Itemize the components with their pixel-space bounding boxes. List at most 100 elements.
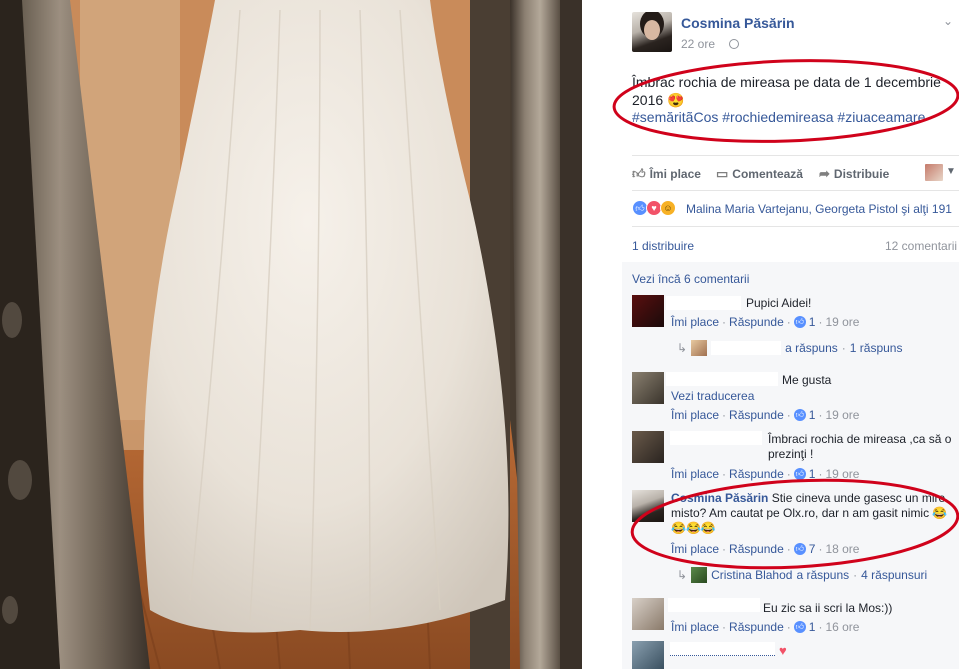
commenter-avatar[interactable] <box>632 431 664 463</box>
like-icon: 👍︎ <box>793 316 806 328</box>
like-button[interactable]: 👍︎ Îmi place <box>632 166 701 182</box>
comment-count[interactable]: 12 comentarii <box>885 239 957 253</box>
comment-actions: Îmi place · Răspunde · 👍︎ 1 · 16 ore <box>671 620 859 634</box>
caret-down-icon[interactable]: ▼ <box>946 166 956 177</box>
reply-count: 4 răspunsuri <box>861 568 928 582</box>
commenter-name-redacted <box>670 431 762 445</box>
separator-dot: · <box>818 467 823 481</box>
comment-like-count[interactable]: 7 <box>809 542 816 556</box>
replier-name: Cristina Blahod <box>711 568 793 582</box>
comment-timestamp[interactable]: 16 ore <box>825 620 859 634</box>
like-icon: 👍︎ <box>793 543 806 555</box>
separator-dot: · <box>722 467 727 481</box>
comment-reply-link[interactable]: Răspunde <box>729 542 784 556</box>
reactor-names[interactable]: Malina Maria Vartejanu, Georgeta Pistol … <box>686 202 952 216</box>
replier-name-redacted <box>711 341 782 355</box>
post-author-name[interactable]: Cosmina Păsărin <box>681 15 795 31</box>
commenter-avatar[interactable] <box>632 641 664 669</box>
like-icon: 👍︎ <box>793 468 806 480</box>
comment-icon: ▭ <box>716 166 729 181</box>
comment-reply-link[interactable]: Răspunde <box>729 315 784 329</box>
post-timestamp[interactable]: 22 ore <box>681 37 715 51</box>
comment-like-link[interactable]: Îmi place <box>671 315 719 329</box>
comment-text: Eu zic sa ii scri la Mos:)) <box>763 601 893 615</box>
separator-dot: · <box>818 620 823 634</box>
like-icon: 👍︎ <box>793 409 806 421</box>
comment-like-count[interactable]: 1 <box>809 408 816 422</box>
comment-text: Pupici Aidei! <box>746 296 812 310</box>
chevron-down-icon[interactable]: ⌄ <box>943 14 953 28</box>
commenter-name[interactable]: Cosmina Păsărin <box>671 491 768 505</box>
comment-like-link[interactable]: Îmi place <box>671 620 719 634</box>
separator-dot: · <box>786 467 791 481</box>
reaction-icons[interactable]: 👍︎ ♥ ☺ <box>632 200 676 216</box>
share-count[interactable]: 1 distribuire <box>632 239 694 253</box>
separator-dot: · <box>786 315 791 329</box>
replier-avatar <box>691 340 708 356</box>
separator-dot: · <box>786 542 791 556</box>
comment-timestamp[interactable]: 19 ore <box>825 467 859 481</box>
like-icon: 👍︎ <box>632 166 646 181</box>
author-avatar[interactable] <box>632 12 672 52</box>
comment-actions: Îmi place · Răspunde · 👍︎ 1 · 19 ore <box>671 408 859 422</box>
replier-avatar <box>691 567 708 583</box>
comment-like-link[interactable]: Îmi place <box>671 467 719 481</box>
commenter-name-redacted <box>670 642 775 656</box>
separator-dot: · <box>841 341 846 355</box>
like-label: Îmi place <box>649 167 701 181</box>
comment-text: Me gusta <box>782 373 832 387</box>
haha-reaction-icon: ☺ <box>660 200 676 216</box>
comment-label: Comentează <box>732 167 803 181</box>
comment-like-link[interactable]: Îmi place <box>671 408 719 422</box>
replied-text: a răspuns <box>785 341 838 355</box>
heart-icon: ♥ <box>779 643 787 658</box>
separator-dot: · <box>818 408 823 422</box>
separator-dot: · <box>722 315 727 329</box>
reply-count: 1 răspuns <box>849 341 903 355</box>
commenter-name-redacted <box>668 598 760 612</box>
reply-arrow-icon: ↳ <box>677 341 688 355</box>
comment-text: Îmbraci rochia de mireasa ,ca să o prezi… <box>768 432 952 461</box>
commenter-avatar[interactable] <box>632 295 664 327</box>
replies-summary[interactable]: ↳ a răspuns · 1 răspuns <box>677 340 902 356</box>
comment-button[interactable]: ▭ Comentează <box>716 166 803 182</box>
comment-timestamp[interactable]: 19 ore <box>825 315 859 329</box>
wedding-dress-photo[interactable] <box>0 0 582 669</box>
facebook-post-panel: Cosmina Păsărin 22 ore ⌄ Îmbrac rochia d… <box>582 0 959 669</box>
share-icon: ➦ <box>819 166 830 181</box>
reply-arrow-icon: ↳ <box>677 568 688 582</box>
commenter-avatar[interactable] <box>632 598 664 630</box>
comment-like-count[interactable]: 1 <box>809 467 816 481</box>
view-more-comments-link[interactable]: Vezi încă 6 comentarii <box>632 272 749 286</box>
post-hashtags[interactable]: #semăritãCos #rochiedemireasa #ziuaceama… <box>632 109 925 125</box>
separator-dot: · <box>722 542 727 556</box>
divider <box>632 190 959 191</box>
comment-actions: Îmi place · Răspunde · 👍︎ 1 · 19 ore <box>671 315 859 329</box>
comment-timestamp[interactable]: 19 ore <box>825 408 859 422</box>
comment-reply-link[interactable]: Răspunde <box>729 408 784 422</box>
commenter-avatar[interactable] <box>632 490 664 522</box>
viewer-avatar[interactable] <box>925 164 943 181</box>
divider <box>632 155 959 156</box>
separator-dot: · <box>722 620 727 634</box>
separator-dot: · <box>722 408 727 422</box>
separator-dot: · <box>818 315 823 329</box>
separator-dot: · <box>786 408 791 422</box>
comment-timestamp[interactable]: 18 ore <box>825 542 859 556</box>
separator-dot: · <box>853 568 858 582</box>
globe-icon <box>729 39 739 49</box>
replied-text: a răspuns <box>796 568 850 582</box>
post-text: Îmbrac rochia de mireasa pe data de 1 de… <box>632 74 941 108</box>
divider <box>632 226 959 227</box>
comment-like-count[interactable]: 1 <box>809 620 816 634</box>
commenter-avatar[interactable] <box>632 372 664 404</box>
comment-like-link[interactable]: Îmi place <box>671 542 719 556</box>
commenter-name-redacted <box>666 296 741 310</box>
translate-link[interactable]: Vezi traducerea <box>671 389 754 403</box>
comment-reply-link[interactable]: Răspunde <box>729 467 784 481</box>
comment-reply-link[interactable]: Răspunde <box>729 620 784 634</box>
comment-like-count[interactable]: 1 <box>809 315 816 329</box>
replies-summary[interactable]: ↳ Cristina Blahod a răspuns · 4 răspunsu… <box>677 567 927 583</box>
share-button[interactable]: ➦ Distribuie <box>819 166 889 182</box>
wedding-dress-image <box>0 0 582 669</box>
